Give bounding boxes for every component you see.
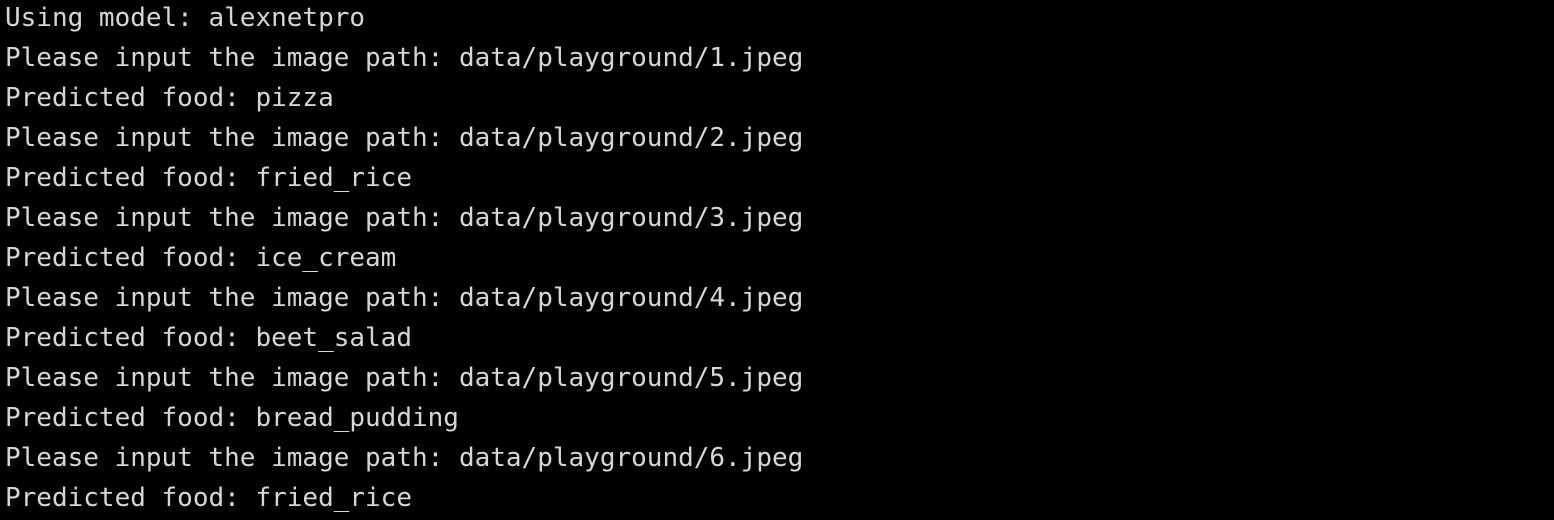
image-path-prompt-line: Please input the image path: data/playgr…: [5, 363, 804, 393]
image-path-prompt-line: Please input the image path: data/playgr…: [5, 123, 804, 153]
image-path-prompt-line: Please input the image path: data/playgr…: [5, 43, 804, 73]
terminal-window[interactable]: Using model: alexnetpro Please input the…: [0, 0, 1554, 520]
terminal-output: Using model: alexnetpro Please input the…: [5, 0, 1554, 518]
prediction-result-line: Predicted food: fried_rice: [5, 483, 412, 513]
image-path-prompt-line: Please input the image path: data/playgr…: [5, 283, 804, 313]
prediction-result-line: Predicted food: ice_cream: [5, 243, 397, 273]
prediction-result-line: Predicted food: fried_rice: [5, 163, 412, 193]
prediction-result-line: Predicted food: pizza: [5, 83, 334, 113]
prediction-result-line: Predicted food: bread_pudding: [5, 403, 459, 433]
prediction-result-line: Predicted food: beet_salad: [5, 323, 412, 353]
model-status-line: Using model: alexnetpro: [5, 3, 366, 33]
image-path-prompt-line: Please input the image path: data/playgr…: [5, 203, 804, 233]
image-path-prompt-line: Please input the image path: data/playgr…: [5, 443, 804, 473]
